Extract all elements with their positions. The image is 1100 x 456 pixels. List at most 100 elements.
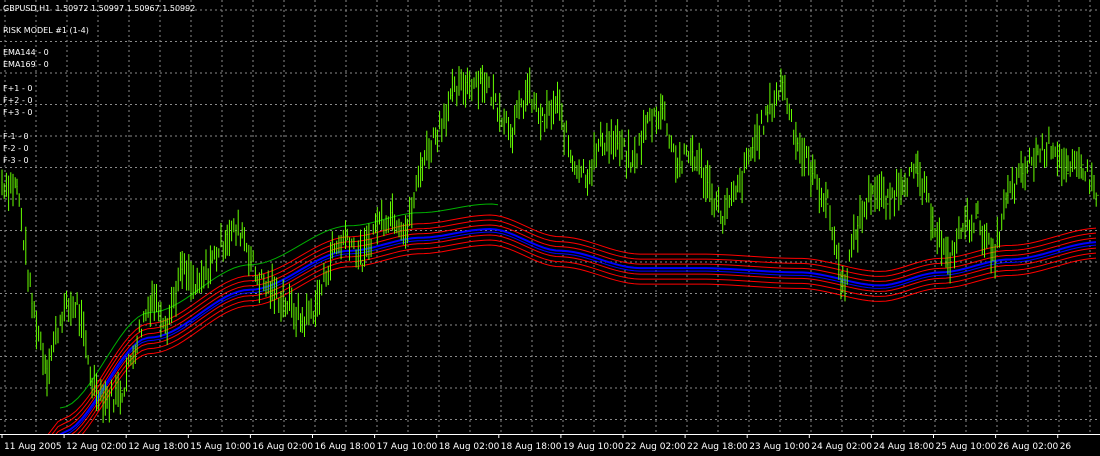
price-point: [241, 229, 243, 231]
price-point: [632, 164, 634, 166]
price-point: [226, 233, 228, 235]
price-point: [842, 285, 844, 287]
price-point: [271, 290, 273, 292]
price-point: [61, 311, 63, 314]
price-point: [1097, 194, 1099, 196]
x-tick-label: 24 Aug 02:00: [811, 442, 872, 452]
price-point: [466, 81, 468, 84]
price-point: [286, 303, 288, 305]
chart-window[interactable]: 11 Aug 2005 12 Aug 02:00 12 Aug 18:00 15 Au…: [0, 0, 1100, 456]
x-tick-label: 26 Aug 02:00: [998, 442, 1059, 452]
price-point: [917, 173, 919, 175]
price-point: [752, 147, 754, 149]
price-point: [1, 181, 3, 183]
price-point: [1067, 173, 1069, 175]
symbol-header: GBPUSD,H1 1.50972 1.50997 1.50967 1.5099…: [3, 4, 195, 14]
price-point: [136, 337, 138, 340]
price-point: [406, 229, 408, 231]
price-point: [977, 216, 979, 218]
price-series: [1, 65, 1099, 423]
f-plus-3-label: F+3 - 0: [3, 108, 33, 117]
price-point: [1022, 173, 1024, 175]
symbol-timeframe: GBPUSD,H1: [3, 4, 51, 13]
x-tick-label: 12 Aug 02:00: [66, 442, 127, 452]
price-point: [797, 142, 799, 144]
price-point: [511, 129, 514, 131]
price-point: [361, 259, 363, 261]
x-tick-label: 23 Aug 10:00: [749, 442, 810, 452]
price-chart[interactable]: 11 Aug 2005 12 Aug 02:00 12 Aug 18:00 15 Au…: [0, 0, 1100, 456]
price-point: [391, 212, 393, 214]
price-point: [76, 303, 78, 305]
price-point: [436, 129, 438, 131]
price-point: [496, 103, 499, 105]
price-point: [692, 151, 694, 153]
price-point: [932, 216, 934, 218]
x-tick-label: 25 Aug 10:00: [936, 442, 997, 452]
price-point: [1052, 142, 1054, 144]
price-point: [571, 160, 574, 162]
price-point: [887, 203, 889, 205]
price-point: [301, 320, 303, 322]
x-tick-label: 19 Aug 10:00: [563, 442, 624, 452]
f-plus-2-label: F+2 - 0: [3, 96, 33, 105]
price-point: [91, 381, 93, 383]
x-tick-label: 18 Aug 02:00: [439, 442, 500, 452]
price-point: [677, 164, 679, 166]
price-point: [647, 120, 649, 123]
price-point: [1082, 164, 1084, 166]
price-point: [827, 203, 829, 205]
price-point: [1037, 151, 1039, 153]
price-point: [962, 225, 964, 227]
price-point: [121, 390, 123, 392]
x-tick-label: 24 Aug 18:00: [873, 442, 934, 452]
ema169-label: EMA169 - 0: [3, 60, 49, 69]
price-point: [331, 251, 333, 253]
x-tick-label: 26: [1060, 442, 1072, 452]
price-point: [481, 77, 483, 79]
price-point: [256, 277, 258, 279]
x-tick-label: 11 Aug 2005: [4, 442, 62, 452]
price-point: [31, 303, 33, 305]
x-tick-label: 15 Aug 10:00: [190, 442, 251, 452]
price-point: [707, 181, 709, 183]
price-point: [526, 90, 529, 92]
x-tick-label: 16 Aug 02:00: [252, 442, 313, 452]
ema169-line: [43, 231, 1097, 456]
price-point: [1007, 194, 1009, 196]
price-point: [421, 160, 423, 162]
price-point: [181, 268, 183, 270]
price-point: [556, 103, 559, 105]
f-minus-2-label: F-2 - 0: [3, 144, 29, 153]
price-point: [46, 368, 48, 370]
f-minus-1-label: F-1 - 0: [3, 132, 29, 141]
x-tick-label: 22 Aug 02:00: [625, 442, 686, 452]
price-point: [812, 173, 814, 175]
price-point: [106, 398, 108, 400]
fibo-band-2: [39, 224, 1097, 456]
price-point: [196, 290, 198, 292]
fibo-band-5: [53, 244, 1097, 456]
f-plus-1-label: F+1 - 0: [3, 84, 33, 93]
price-point: [722, 216, 724, 218]
price-point: [451, 94, 453, 97]
price-point: [767, 112, 769, 114]
price-point: [947, 264, 949, 266]
f-minus-3-label: F-3 - 0: [3, 156, 29, 165]
price-point: [541, 120, 544, 123]
indicator-title: RISK MODEL #1 (1-4): [3, 26, 89, 35]
price-point: [376, 220, 378, 222]
price-point: [872, 186, 874, 188]
price-point: [601, 138, 604, 140]
price-point: [857, 225, 859, 227]
price-point: [316, 303, 318, 305]
ema144-line: [41, 227, 1097, 456]
price-point: [782, 81, 784, 84]
price-point: [617, 142, 619, 144]
ema144-label: EMA144 - 0: [3, 48, 49, 57]
price-point: [211, 259, 213, 261]
price-point: [662, 107, 664, 110]
x-tick-label: 18 Aug 18:00: [501, 442, 562, 452]
price-point: [346, 233, 348, 235]
x-tick-label: 17 Aug 10:00: [377, 442, 438, 452]
